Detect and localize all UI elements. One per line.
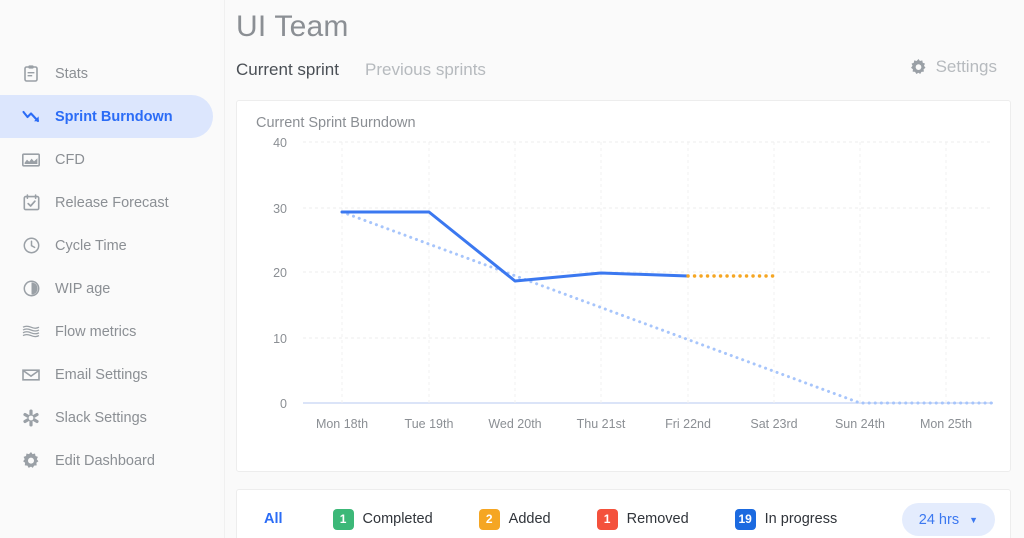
added-count-badge: 2 <box>478 508 500 530</box>
clipboard-icon <box>20 63 42 85</box>
chart-title: Current Sprint Burndown <box>256 115 416 131</box>
svg-text:Mon 18th: Mon 18th <box>316 417 368 431</box>
sidebar-item-label: CFD <box>55 151 85 168</box>
sidebar-item-wip-age[interactable]: WIP age <box>0 267 213 310</box>
filter-tab-completed[interactable]: 1 Completed <box>332 490 433 538</box>
clock-icon <box>20 235 42 257</box>
sidebar-item-edit-dashboard[interactable]: Edit Dashboard <box>0 439 213 482</box>
sidebar-item-cycle-time[interactable]: Cycle Time <box>0 224 213 267</box>
svg-text:Wed 20th: Wed 20th <box>488 417 541 431</box>
sidebar-item-label: Release Forecast <box>55 194 169 211</box>
svg-text:Sun 24th: Sun 24th <box>835 417 885 431</box>
svg-text:Tue 19th: Tue 19th <box>405 417 454 431</box>
removed-count-badge: 1 <box>596 508 618 530</box>
sidebar-item-label: Flow metrics <box>55 323 137 340</box>
asterisk-gear-icon <box>20 407 42 429</box>
gear-icon <box>20 450 42 472</box>
in-progress-count-badge: 19 <box>734 508 756 530</box>
settings-label: Settings <box>935 57 997 76</box>
page-title: UI Team <box>236 10 349 43</box>
status-filter-bar: All 1 Completed 2 Added 1 Removed 19 In … <box>236 489 1011 538</box>
sidebar-item-cfd[interactable]: CFD <box>0 138 213 181</box>
filter-tab-all[interactable]: All <box>264 490 283 538</box>
sidebar-item-sprint-burndown[interactable]: Sprint Burndown <box>0 95 213 138</box>
burndown-chart-card: Current Sprint Burndown 40 30 20 10 0 Mo… <box>236 100 1011 472</box>
gear-icon <box>910 58 927 76</box>
burndown-icon <box>20 106 42 128</box>
filter-tab-label: In progress <box>764 511 838 527</box>
sidebar: Stats Sprint Burndown CFD Release Foreca… <box>0 0 225 538</box>
filter-tab-label: Removed <box>626 511 689 527</box>
sidebar-item-slack-settings[interactable]: Slack Settings <box>0 396 213 439</box>
sidebar-item-label: Stats <box>55 65 89 82</box>
completed-count-badge: 1 <box>332 508 354 530</box>
svg-text:10: 10 <box>273 332 287 346</box>
svg-text:20: 20 <box>273 266 287 280</box>
settings-button[interactable]: Settings <box>910 57 997 77</box>
chart-x-tick-labels: Mon 18th Tue 19th Wed 20th Thu 21st Fri … <box>316 417 972 431</box>
chevron-down-icon: ▼ <box>969 514 978 525</box>
filter-tab-removed[interactable]: 1 Removed <box>596 490 689 538</box>
sidebar-item-stats[interactable]: Stats <box>0 52 213 95</box>
area-chart-icon <box>20 149 42 171</box>
sidebar-item-label: Email Settings <box>55 366 148 383</box>
svg-text:Fri 22nd: Fri 22nd <box>665 417 711 431</box>
svg-text:30: 30 <box>273 202 287 216</box>
filter-tab-in-progress[interactable]: 19 In progress <box>734 490 838 538</box>
burndown-chart: 40 30 20 10 0 Mon 18th Tue 19th Wed 20th… <box>273 136 995 431</box>
sprint-tabs: Current sprint Previous sprints Settings <box>236 56 1024 84</box>
time-range-dropdown[interactable]: 24 hrs ▼ <box>901 503 995 536</box>
sidebar-item-label: WIP age <box>55 280 111 297</box>
waves-icon <box>20 321 42 343</box>
sidebar-item-label: Edit Dashboard <box>55 452 155 469</box>
sidebar-item-label: Sprint Burndown <box>55 108 173 125</box>
svg-text:Mon 25th: Mon 25th <box>920 417 972 431</box>
tab-current-sprint[interactable]: Current sprint <box>236 60 339 80</box>
filter-tab-added[interactable]: 2 Added <box>478 490 551 538</box>
filter-tab-label: Completed <box>362 511 433 527</box>
sidebar-item-email-settings[interactable]: Email Settings <box>0 353 213 396</box>
half-moon-icon <box>20 278 42 300</box>
svg-text:40: 40 <box>273 136 287 150</box>
chart-gridlines-horizontal <box>303 141 993 339</box>
calendar-check-icon <box>20 192 42 214</box>
filter-tab-label: All <box>264 511 283 527</box>
tab-previous-sprints[interactable]: Previous sprints <box>365 60 486 80</box>
chart-y-tick-labels: 40 30 20 10 0 <box>273 136 287 411</box>
chart-series-ideal <box>340 210 995 405</box>
sidebar-item-flow-metrics[interactable]: Flow metrics <box>0 310 213 353</box>
sidebar-item-release-forecast[interactable]: Release Forecast <box>0 181 213 224</box>
sidebar-item-label: Slack Settings <box>55 409 147 426</box>
sidebar-item-label: Cycle Time <box>55 237 127 254</box>
svg-text:0: 0 <box>280 397 287 411</box>
svg-text:Sat 23rd: Sat 23rd <box>750 417 797 431</box>
time-range-label: 24 hrs <box>918 511 960 528</box>
envelope-icon <box>20 364 42 386</box>
filter-tab-label: Added <box>508 511 551 527</box>
app-root: Stats Sprint Burndown CFD Release Foreca… <box>0 0 1024 538</box>
svg-text:Thu 21st: Thu 21st <box>577 417 626 431</box>
main-content: UI Team Current sprint Previous sprints … <box>225 0 1024 538</box>
